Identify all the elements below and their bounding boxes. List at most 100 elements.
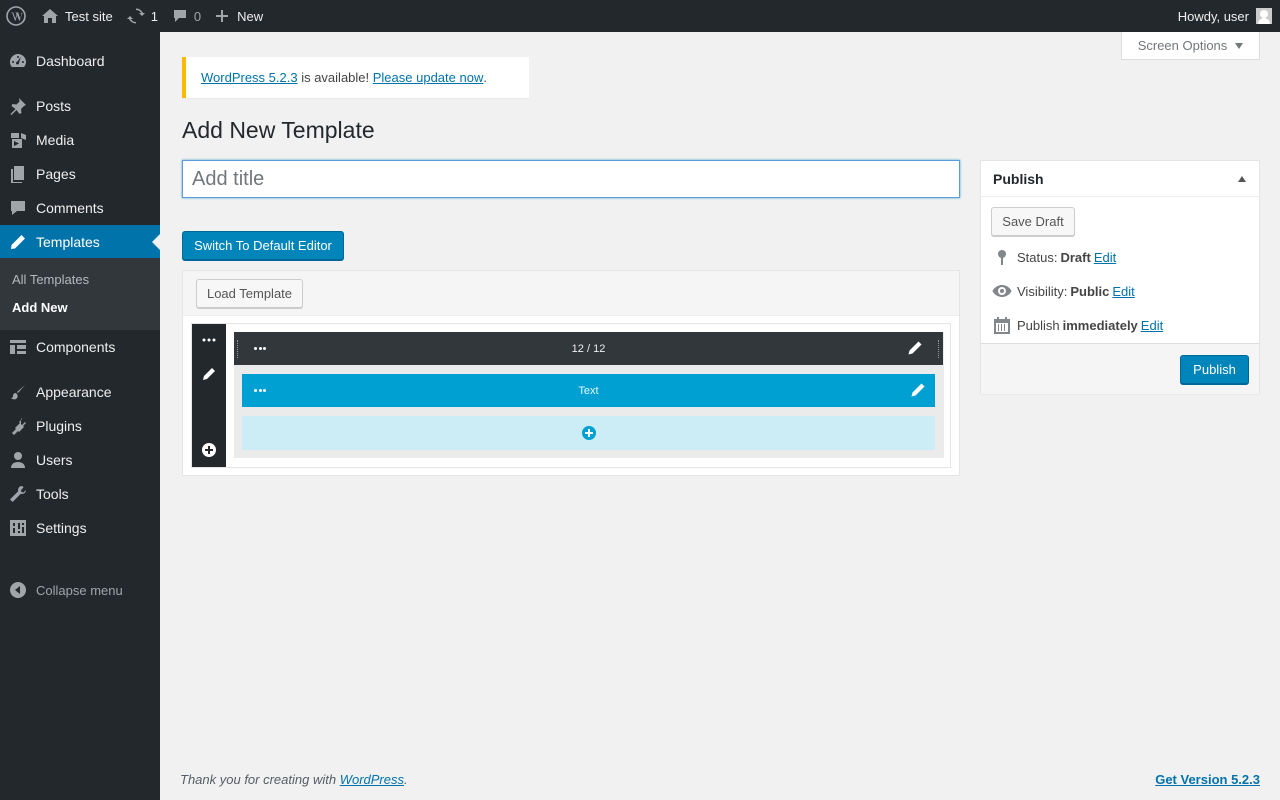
sidebar-item-posts[interactable]: Posts bbox=[0, 89, 160, 123]
sidebar-item-dashboard[interactable]: Dashboard bbox=[0, 44, 160, 78]
pencil-icon[interactable] bbox=[910, 382, 926, 398]
sidebar-item-components[interactable]: Components bbox=[0, 330, 160, 364]
pencil-icon[interactable] bbox=[907, 340, 923, 356]
sidebar-item-label: Components bbox=[36, 339, 116, 355]
pin-icon bbox=[10, 98, 26, 115]
page-title: Add New Template bbox=[182, 117, 375, 143]
more-options-button[interactable] bbox=[192, 328, 226, 352]
brush-icon bbox=[11, 384, 26, 400]
visibility-value: Public bbox=[1070, 283, 1110, 299]
status-row: Status: Draft Edit bbox=[989, 247, 1116, 267]
comment-icon bbox=[173, 10, 186, 22]
submenu-all-templates[interactable]: All Templates bbox=[12, 272, 89, 287]
add-module-zone[interactable] bbox=[242, 416, 935, 450]
admin-bar: Test site 1 0 New Howdy, user bbox=[0, 0, 1280, 32]
collapse-toggle-icon[interactable] bbox=[1238, 176, 1246, 182]
wordpress-logo-button[interactable] bbox=[0, 0, 34, 32]
plus-icon bbox=[216, 10, 229, 22]
site-name-link[interactable]: Test site bbox=[34, 0, 120, 32]
sidebar-item-label: Comments bbox=[36, 200, 104, 216]
dashboard-icon bbox=[10, 54, 26, 67]
title-input[interactable] bbox=[182, 160, 960, 198]
save-draft-button[interactable]: Save Draft bbox=[991, 207, 1075, 236]
submenu-add-new[interactable]: Add New bbox=[12, 300, 68, 315]
wordpress-link[interactable]: WordPress bbox=[340, 772, 404, 787]
updates-icon bbox=[126, 8, 145, 24]
row-bar[interactable]: 12 / 12 bbox=[234, 332, 943, 365]
version-link[interactable]: WordPress 5.2.3 bbox=[201, 70, 298, 85]
builder-canvas: 12 / 12 Text bbox=[191, 323, 951, 468]
calendar-icon bbox=[994, 317, 1010, 334]
status-value: Draft bbox=[1060, 249, 1091, 265]
sidebar-item-label: Media bbox=[36, 132, 75, 148]
switch-editor-button[interactable]: Switch To Default Editor bbox=[182, 231, 344, 260]
visibility-row: Visibility: Public Edit bbox=[989, 281, 1135, 301]
update-now-link[interactable]: Please update now bbox=[373, 70, 484, 85]
builder-toolbar: Load Template bbox=[183, 271, 959, 316]
sidebar-item-media[interactable]: Media bbox=[0, 123, 160, 157]
footer-thanks: Thank you for creating with WordPress. bbox=[180, 772, 408, 787]
wordpress-logo-icon bbox=[6, 6, 26, 26]
update-notice: WordPress 5.2.3 is available! Please upd… bbox=[182, 57, 529, 98]
plugin-icon bbox=[12, 418, 26, 435]
load-template-button[interactable]: Load Template bbox=[196, 279, 303, 308]
sidebar-item-plugins[interactable]: Plugins bbox=[0, 409, 160, 443]
publish-box: Publish Save Draft Status: Draft Edit Vi… bbox=[980, 160, 1260, 394]
screen-options-button[interactable]: Screen Options bbox=[1121, 32, 1260, 60]
chevron-down-icon bbox=[1235, 42, 1244, 49]
visibility-label: Visibility: bbox=[1017, 283, 1068, 299]
my-account[interactable]: Howdy, user bbox=[1178, 8, 1280, 24]
edit-schedule-link[interactable]: Edit bbox=[1141, 318, 1163, 333]
template-builder: Load Template 12 / 12 Text bbox=[182, 270, 960, 476]
settings-icon bbox=[10, 520, 26, 536]
publish-actions: Publish bbox=[981, 343, 1259, 394]
avatar bbox=[1256, 8, 1272, 24]
sidebar-item-label: Users bbox=[36, 452, 73, 468]
footer-thanks-end: . bbox=[404, 772, 408, 787]
edit-status-link[interactable]: Edit bbox=[1094, 250, 1116, 265]
updates-link[interactable]: 1 bbox=[120, 0, 165, 32]
publish-button[interactable]: Publish bbox=[1180, 355, 1249, 384]
footer-thanks-text: Thank you for creating with bbox=[180, 772, 340, 787]
row-area: 12 / 12 Text bbox=[234, 332, 944, 458]
screen-options-label: Screen Options bbox=[1137, 38, 1228, 53]
plus-circle-icon bbox=[581, 426, 596, 440]
media-icon bbox=[11, 133, 26, 148]
sidebar-item-templates[interactable]: Templates bbox=[0, 225, 160, 259]
builder-tool-column bbox=[192, 324, 226, 467]
comments-link[interactable]: 0 bbox=[165, 0, 208, 32]
row-column-label: 12 / 12 bbox=[571, 342, 606, 355]
sidebar-item-label: Tools bbox=[36, 486, 69, 502]
updates-count: 1 bbox=[150, 8, 158, 24]
sidebar-item-label: Settings bbox=[36, 520, 87, 536]
pin-icon bbox=[998, 250, 1006, 265]
templates-submenu: All Templates Add New bbox=[0, 258, 160, 330]
sidebar-item-users[interactable]: Users bbox=[0, 443, 160, 477]
status-label: Status: bbox=[1017, 249, 1058, 265]
schedule-label: Publish bbox=[1017, 317, 1060, 333]
comment-icon bbox=[11, 201, 25, 215]
sidebar-item-comments[interactable]: Comments bbox=[0, 191, 160, 225]
publish-box-header[interactable]: Publish bbox=[981, 161, 1259, 197]
schedule-row: Publish immediately Edit bbox=[989, 315, 1163, 335]
schedule-value: immediately bbox=[1062, 317, 1138, 333]
plus-circle-icon bbox=[202, 443, 216, 457]
sidebar-item-label: Plugins bbox=[36, 418, 82, 434]
edit-section-button[interactable] bbox=[192, 362, 226, 386]
collapse-menu-button[interactable]: Collapse menu bbox=[0, 580, 123, 600]
pencil-icon bbox=[203, 368, 215, 380]
add-section-button[interactable] bbox=[192, 438, 226, 462]
notice-text: is available! bbox=[297, 70, 373, 85]
get-version-link[interactable]: Get Version 5.2.3 bbox=[1155, 772, 1260, 787]
pencil-icon bbox=[11, 235, 25, 249]
text-module[interactable]: Text bbox=[242, 374, 935, 407]
wrench-icon bbox=[10, 486, 26, 502]
sidebar-item-label: Dashboard bbox=[36, 53, 105, 69]
sidebar-item-settings[interactable]: Settings bbox=[0, 511, 160, 545]
edit-visibility-link[interactable]: Edit bbox=[1112, 284, 1134, 299]
notice-end: . bbox=[483, 70, 487, 85]
new-content-link[interactable]: New bbox=[208, 0, 270, 32]
sidebar-item-appearance[interactable]: Appearance bbox=[0, 375, 160, 409]
sidebar-item-pages[interactable]: Pages bbox=[0, 157, 160, 191]
sidebar-item-tools[interactable]: Tools bbox=[0, 477, 160, 511]
